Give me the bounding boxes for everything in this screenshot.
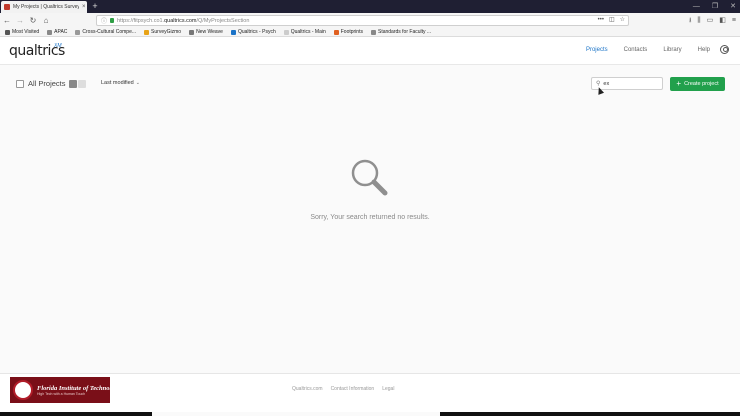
bookmark-item[interactable]: Qualtrics - Psych [230,29,276,35]
menu-icon[interactable]: ≡ [732,13,736,28]
bookmark-item[interactable]: Most Visited [5,29,39,35]
nav-contacts[interactable]: Contacts [624,47,648,53]
bookmark-star-icon[interactable]: ☆ [620,16,625,25]
tab-close-icon[interactable]: × [82,4,86,10]
reload-icon[interactable]: ↻ [27,15,39,27]
create-project-label: Create project [684,81,719,87]
browser-tab-bar: My Projects | Qualtrics Survey S × + — ❐… [0,0,740,13]
nav-help[interactable]: Help [698,47,710,53]
page-actions-icon[interactable]: ••• [598,16,604,25]
bookmark-icon [370,29,376,35]
org-tagline: High Tech with a Human Touch [37,391,86,396]
xm-logo-suffix: XM [54,43,62,49]
url-text: https://fitpsych.co1.qualtrics.com/Q/MyP… [117,17,250,24]
close-window-icon[interactable]: ✕ [730,0,736,13]
footer-link[interactable]: Contact Information [331,386,375,392]
bookmark-item[interactable]: Qualtrics - Main [283,29,326,35]
bookmark-icon [5,29,10,35]
lock-icon [110,18,115,23]
bookmark-label: Cross-Cultural Compe... [82,29,137,35]
view-toggle [69,80,86,88]
downloads-icon[interactable]: ⭳ [689,13,691,28]
url-actions: ••• ◫ ☆ [598,16,625,25]
footer-links: Qualtrics.com Contact Information Legal [292,386,394,392]
bookmark-label: Standards for Faculty ... [377,29,432,35]
bookmark-icon [189,29,195,35]
footer-link[interactable]: Legal [382,386,394,392]
app-header: qualtrics XM Projects Contacts Library Help [0,37,740,65]
bookmark-label: SurveyGizmo [151,29,182,35]
qualtrics-favicon-icon [4,4,10,10]
browser-tab[interactable]: My Projects | Qualtrics Survey S × [1,1,87,13]
magnifier-icon [351,159,388,196]
chevron-down-icon: ⌄ [135,80,140,86]
sidebar-icon[interactable]: ▭ [707,13,714,28]
new-tab-button[interactable]: + [90,0,100,13]
florida-tech-logo[interactable]: Florida Institute of Technology High Tec… [10,377,121,403]
footer: Florida Institute of Technology High Tec… [0,373,740,416]
bookmark-item[interactable]: Footprints [333,29,363,35]
bookmarks-bar: Most Visited APAC Cross-Cultural Compe... S… [0,28,740,37]
info-icon[interactable]: ⓘ [101,16,107,25]
forward-icon[interactable]: → [14,15,26,27]
bookmark-icon [47,29,53,35]
library-icon[interactable]: ⫼ [697,13,700,28]
bookmark-icon [144,29,150,35]
sort-label: Last modified [101,80,134,86]
bookmark-item[interactable]: Standards for Faculty ... [370,29,432,35]
select-all-checkbox[interactable] [16,80,24,88]
bookmark-label: Qualtrics - Main [290,29,326,35]
all-projects-label[interactable]: All Projects [28,79,66,88]
bookmark-label: APAC [54,29,68,35]
extension-icon[interactable]: ◧ [719,13,726,28]
org-text: Florida Institute of Technology High Tec… [37,385,121,396]
bookmark-item[interactable]: New Weave [189,29,223,35]
url-bar[interactable]: ⓘ https://fitpsych.co1.qualtrics.com/Q/M… [96,15,629,26]
main-nav: Projects Contacts Library Help [586,47,710,53]
browser-nav-bar: ← → ↻ ⌂ ⓘ https://fitpsych.co1.qualtrics… [0,13,740,28]
nav-projects[interactable]: Projects [586,47,608,53]
window-controls: — ❐ ✕ [693,0,736,13]
university-seal-icon [13,380,33,400]
create-project-button[interactable]: + Create project [670,77,725,91]
minimize-icon[interactable]: — [693,0,700,13]
bookmark-item[interactable]: APAC [47,29,67,35]
bookmark-icon [230,29,236,35]
bookmark-icon [283,29,289,35]
bookmark-icon [333,29,339,35]
search-value: ex [603,80,610,87]
sort-dropdown[interactable]: Last modified ⌄ [101,80,140,86]
bookmark-label: Qualtrics - Psych [237,29,276,35]
nav-library[interactable]: Library [663,47,681,53]
bookmark-label: Most Visited [12,29,40,35]
back-icon[interactable]: ← [1,15,13,27]
browser-toolbar-icons: ⭳ ⫼ ▭ ◧ ≡ [689,13,736,28]
no-results-message: Sorry, Your search returned no results. [310,214,430,221]
bookmark-label: New Weave [196,29,223,35]
org-name: Florida Institute of Technology [37,384,121,392]
bookmark-item[interactable]: Cross-Cultural Compe... [75,29,136,35]
plus-icon: + [676,79,682,88]
user-account-icon[interactable] [720,45,729,54]
footer-link[interactable]: Qualtrics.com [292,386,323,392]
pocket-icon[interactable]: ◫ [609,16,615,25]
home-icon[interactable]: ⌂ [40,15,52,27]
bookmark-item[interactable]: SurveyGizmo [144,29,181,35]
maximize-icon[interactable]: ❐ [712,0,718,13]
bookmark-icon [75,29,81,35]
grid-view-icon[interactable] [78,80,86,88]
list-view-icon[interactable] [69,80,77,88]
tab-title: My Projects | Qualtrics Survey S [13,4,79,10]
bookmark-label: Footprints [340,29,363,35]
bottom-strip [0,412,740,416]
